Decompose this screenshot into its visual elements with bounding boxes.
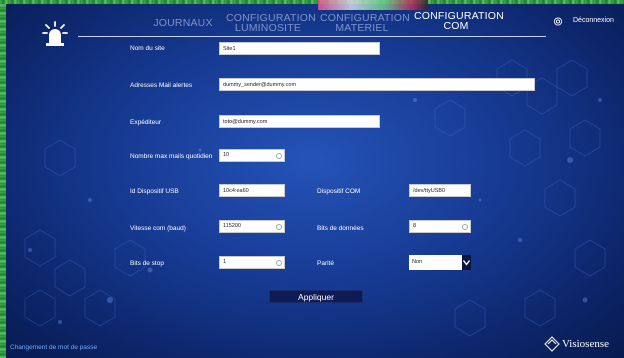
data-bits-stepper[interactable]: 8 bbox=[409, 220, 471, 233]
top-navigation: JOURNAUX CONFIGURATION LUMINOSITE CONFIG… bbox=[0, 8, 624, 44]
com-device-label: Dispositif COM bbox=[317, 188, 361, 195]
apply-button[interactable]: Appliquer bbox=[269, 290, 363, 303]
screen-edge-top bbox=[0, 0, 624, 4]
brand-name: Visiosense bbox=[562, 338, 610, 350]
sender-input[interactable] bbox=[219, 115, 380, 128]
alert-mails-input[interactable] bbox=[219, 78, 535, 91]
power-icon[interactable] bbox=[553, 16, 563, 26]
usb-id-label: Id Dispositif USB bbox=[130, 188, 179, 195]
tab-configuration-com[interactable]: CONFIGURATION COM bbox=[414, 11, 504, 32]
tab-journaux-label: JOURNAUX bbox=[153, 17, 213, 29]
com-device-input[interactable] bbox=[409, 184, 471, 197]
tab-label-line2: LUMINOSITE bbox=[234, 22, 302, 34]
site-name-input[interactable] bbox=[219, 42, 380, 55]
change-password-link[interactable]: Changement de mot de passe bbox=[10, 344, 97, 351]
brand-diamond-icon bbox=[544, 336, 560, 352]
stepper-icon[interactable] bbox=[276, 153, 282, 159]
data-bits-label: Bits de données bbox=[317, 225, 364, 232]
max-mails-label: Nombre max mails quotidien bbox=[130, 153, 213, 160]
stop-bits-value: 1 bbox=[223, 259, 227, 265]
alert-mails-label: Adresses Mail alertes bbox=[130, 82, 193, 89]
stop-bits-stepper[interactable]: 1 bbox=[219, 256, 285, 269]
tab-configuration-materiel[interactable]: CONFIGURATION MATERIEL bbox=[320, 13, 410, 34]
parity-label: Parité bbox=[317, 260, 334, 267]
baud-stepper[interactable]: 115200 bbox=[219, 220, 285, 233]
stepper-icon[interactable] bbox=[462, 224, 468, 230]
tab-label-line2: MATERIEL bbox=[335, 22, 389, 34]
max-mails-value: 10 bbox=[223, 152, 230, 158]
stepper-icon[interactable] bbox=[276, 260, 282, 266]
tab-label-line2: COM bbox=[443, 20, 469, 32]
stepper-icon[interactable] bbox=[276, 224, 282, 230]
usb-id-input[interactable] bbox=[219, 184, 285, 197]
baud-value: 115200 bbox=[223, 223, 241, 229]
tab-configuration-luminosite[interactable]: CONFIGURATION LUMINOSITE bbox=[226, 13, 316, 34]
max-mails-stepper[interactable]: 10 bbox=[219, 149, 285, 162]
parity-value: Non bbox=[412, 259, 423, 265]
site-name-label: Nom du site bbox=[130, 45, 165, 52]
data-bits-value: 8 bbox=[413, 223, 417, 229]
parity-select[interactable]: Non bbox=[409, 255, 471, 270]
screen-edge-left bbox=[0, 0, 6, 358]
tab-journaux[interactable]: JOURNAUX bbox=[150, 17, 216, 29]
nav-underline bbox=[78, 36, 546, 37]
sender-label: Expéditeur bbox=[130, 119, 162, 126]
logout-link[interactable]: Déconnexion bbox=[573, 17, 614, 24]
stop-bits-label: Bits de stop bbox=[130, 260, 164, 267]
visiosense-logo: Visiosense bbox=[544, 336, 609, 352]
chevron-down-icon[interactable] bbox=[462, 255, 471, 270]
baud-label: Vitesse com (baud) bbox=[130, 225, 186, 232]
